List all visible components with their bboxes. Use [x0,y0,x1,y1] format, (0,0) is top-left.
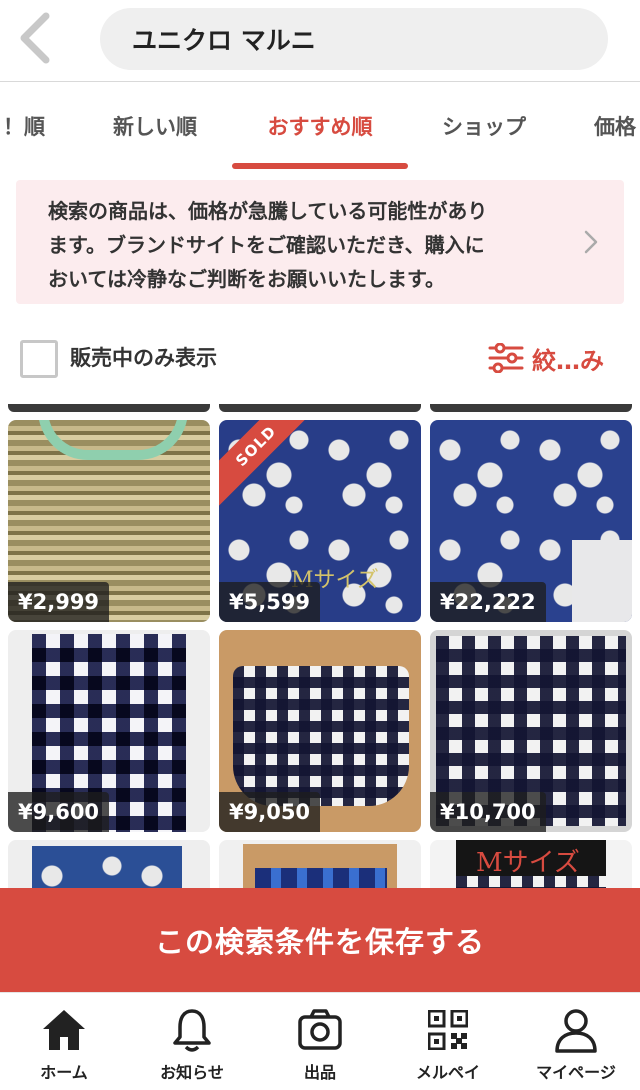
nav-notifications[interactable]: お知らせ [128,993,256,1090]
tab-price[interactable]: 価格 [578,83,640,169]
search-query: ユニクロ マルニ [132,26,316,55]
previous-row-edge [219,404,421,412]
person-icon [555,1009,597,1053]
price-tag: ¥2,999 [8,582,110,622]
active-tab-indicator [232,163,408,169]
chevron-right-icon [580,228,602,256]
previous-row-edge [8,404,210,412]
price-tag: ¥10,700 [430,792,546,832]
notice-line: ます。ブランドサイトをご確認いただき、購入に [48,233,485,257]
tab-shop[interactable]: ショップ [420,83,548,169]
back-button[interactable] [10,8,60,68]
notice-line: 検索の商品は、価格が急騰している可能性があり [48,199,488,223]
filter-sliders-icon [488,343,524,373]
nav-sell-label: 出品 [303,1063,336,1082]
price-tag: ¥9,600 [8,792,110,832]
narrow-down-button[interactable]: 絞…み [488,336,604,380]
price-surge-notice[interactable]: 検索の商品は、価格が急騰している可能性があり ます。ブランドサイトをご確認いただ… [16,180,624,304]
narrow-down-label: 絞…み [532,346,604,375]
search-input[interactable]: ユニクロ マルニ [100,8,608,70]
sort-tabs: ！順 新しい順 おすすめ順 ショップ 価格 [0,83,640,171]
product-image [233,666,409,806]
price-tag: ¥5,599 [219,582,321,622]
product-card[interactable]: ¥10,700 [430,630,632,832]
sold-badge: SOLD [219,420,321,511]
tab-recommended[interactable]: おすすめ順 [232,83,408,169]
bottom-navigation: ホーム お知らせ 出品 メルペイ マイページ [0,992,640,1090]
nav-home-label: ホーム [40,1063,88,1082]
size-overlay-text: Mサイズ [476,848,580,878]
tab-sort-1[interactable]: ！順 [0,83,52,169]
nav-notifications-label: お知らせ [160,1063,224,1082]
product-image [32,846,182,890]
previous-row-edge [430,404,632,412]
nav-merpay[interactable]: メルペイ [384,993,512,1090]
nav-merpay-label: メルペイ [415,1063,480,1082]
camera-icon [298,1009,342,1050]
price-tag: ¥22,222 [430,582,546,622]
filter-row: 販売中のみ表示 絞…み [0,314,640,404]
on-sale-only-label: 販売中のみ表示 [70,346,217,370]
product-card[interactable]: ¥2,999 [8,420,210,622]
product-image [255,868,387,890]
nav-sell[interactable]: 出品 [256,993,384,1090]
notice-line: おいては冷静なご判断をお願いいたします。 [48,267,445,291]
product-image [572,540,632,622]
product-card[interactable]: ¥9,050 [219,630,421,832]
save-search-button[interactable]: この検索条件を保存する [0,888,640,992]
product-image [38,420,188,460]
back-chevron-icon [20,12,50,64]
tab-newest[interactable]: 新しい順 [92,83,218,169]
home-icon [43,1010,85,1050]
search-header: ユニクロ マルニ [0,0,640,82]
product-card[interactable]: Mサイズ [430,840,632,890]
product-grid: ¥2,999 SOLD Mサイズ ¥5,599 ¥22,222 ¥9,600 ¥… [0,404,640,890]
product-card[interactable]: SOLD Mサイズ ¥5,599 [219,420,421,622]
nav-mypage[interactable]: マイページ [512,993,640,1090]
product-card[interactable] [219,840,421,890]
bell-icon [173,1009,211,1052]
price-tag: ¥9,050 [219,792,321,832]
product-card[interactable] [8,840,210,890]
nav-mypage-label: マイページ [536,1063,616,1082]
on-sale-only-checkbox[interactable] [20,340,58,378]
qr-code-icon [428,1010,468,1050]
product-card[interactable]: ¥9,600 [8,630,210,832]
product-card[interactable]: ¥22,222 [430,420,632,622]
nav-home[interactable]: ホーム [0,993,128,1090]
